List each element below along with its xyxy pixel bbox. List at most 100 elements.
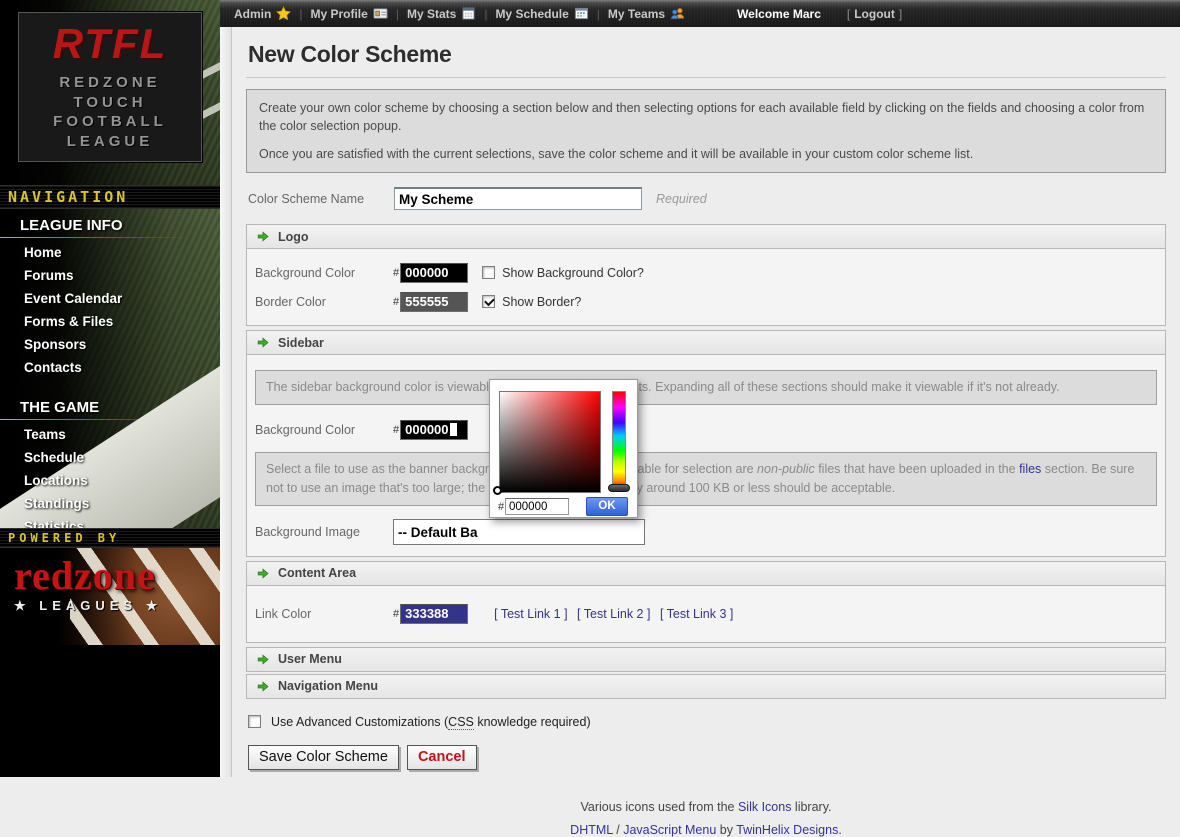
dhtml-link[interactable]: DHTML [570,823,613,837]
link-color-label: Link Color [255,607,393,621]
sidebar-field-top: RTFL REDZONE TOUCH FOOTBALL LEAGUE [0,0,220,185]
sidebar-item-sponsors[interactable]: Sponsors [0,333,220,356]
logo-section-header[interactable]: Logo [246,224,1166,249]
picker-hex-input[interactable] [505,498,569,515]
intro-paragraph-1: Create your own color scheme by choosing… [259,99,1153,135]
logo-section: Logo Background Color # 000000 Show Back… [246,224,1166,326]
sidebar-item-home[interactable]: Home [0,241,220,264]
logo-border-color-field[interactable]: 555555 [400,292,468,312]
test-link-2[interactable]: [ Test Link 2 ] [577,607,650,621]
advanced-label: Use Advanced Customizations (CSS knowled… [271,715,591,729]
logo-border-color-row: Border Color # 555555 Show Border? [255,287,1157,316]
scheme-name-row: Color Scheme Name Required [248,187,1166,210]
hex-value: 555555 [405,293,448,311]
sidebar-item-forums[interactable]: Forums [0,264,220,287]
test-link-3[interactable]: [ Test Link 3 ] [660,607,733,621]
sidebar-bg-color-label: Background Color [255,423,393,437]
scheme-name-label: Color Scheme Name [248,192,394,206]
javascript-menu-link[interactable]: JavaScript Menu [623,823,716,837]
sidebar-item-standings[interactable]: Standings [0,492,220,515]
vcard-icon [373,6,388,21]
saturation-value-square[interactable] [499,391,601,493]
my-schedule-menu-item[interactable]: My Schedule [495,6,588,21]
league-logo-line: FOOTBALL [53,112,167,132]
sidebar-item-teams[interactable]: Teams [0,423,220,446]
logo-bg-color-field[interactable]: 000000 [400,263,468,283]
scheme-name-input[interactable] [394,187,642,210]
twinhelix-link[interactable]: TwinHelix Designs [736,823,838,837]
bracket: ] [899,7,902,21]
background-image-label: Background Image [255,525,393,539]
hex-prefix: # [498,501,504,513]
banner-image-note: Select a file to use as the banner backg… [255,452,1157,506]
show-border-label: Show Border? [502,295,581,309]
save-color-scheme-button[interactable]: Save Color Scheme [248,745,399,770]
green-arrow-icon [256,567,269,580]
green-arrow-icon [256,680,269,693]
logout-link[interactable]: Logout [854,7,895,21]
calculator-icon [461,6,476,21]
hex-value: 000000 [405,421,448,439]
group-icon [670,6,685,21]
my-stats-menu-item[interactable]: My Stats [407,6,476,21]
navigation-menu-section-title: Navigation Menu [278,679,378,693]
user-menu-section-header[interactable]: User Menu [246,647,1166,672]
hue-slider[interactable] [612,391,626,488]
my-schedule-label: My Schedule [495,7,568,21]
green-arrow-icon [256,230,269,243]
top-user-bar: Admin | My Profile | My Stats | My Sched… [220,0,1180,27]
my-profile-menu-item[interactable]: My Profile [310,6,387,21]
logo-border-color-label: Border Color [255,295,393,309]
my-teams-menu-item[interactable]: My Teams [608,6,685,21]
link-color-field[interactable]: 333388 [400,604,468,624]
sidebar-bg-color-field[interactable]: 000000 [400,420,468,440]
sidebar-item-event-calendar[interactable]: Event Calendar [0,287,220,310]
nav-header-the-game: THE GAME [0,391,220,419]
picker-ok-button[interactable]: OK [586,497,628,516]
test-links: [ Test Link 1 ] [ Test Link 2 ] [ Test L… [494,607,739,621]
silk-icons-link[interactable]: Silk Icons [738,800,792,814]
sidebar-item-schedule[interactable]: Schedule [0,446,220,469]
page-title: New Color Scheme [246,37,1166,77]
separator: | [484,7,487,21]
hex-value: 333388 [405,605,448,623]
nav-header-rule [0,237,220,238]
show-border-checkbox[interactable] [482,295,495,308]
intro-help-box: Create your own color scheme by choosing… [246,89,1166,173]
title-divider [246,77,1166,78]
background-image-select[interactable]: -- Default Ba [393,519,645,545]
sidebar-item-statistics[interactable]: Statistics [0,515,220,528]
content-area-section-header[interactable]: Content Area [246,561,1166,586]
hue-slider-handle[interactable] [608,484,630,492]
sidebar-section: Sidebar The sidebar background color is … [246,330,1166,556]
test-link-1[interactable]: [ Test Link 1 ] [494,607,567,621]
navigation-menu-section-header[interactable]: Navigation Menu [246,674,1166,699]
show-bg-color-checkbox[interactable] [482,266,495,279]
css-abbr: CSS [448,715,474,730]
hex-prefix: # [393,267,399,279]
sidebar-section-body: The sidebar background color is viewable… [246,355,1166,556]
separator: | [396,7,399,21]
green-arrow-icon [256,336,269,349]
sidebar-bg-note: The sidebar background color is viewable… [255,370,1157,405]
advanced-customizations-row: Use Advanced Customizations (CSS knowled… [248,715,1166,729]
intro-paragraph-2: Once you are satisfied with the current … [259,145,1153,163]
sidebar-item-forms-files[interactable]: Forms & Files [0,310,220,333]
league-logo-line: REDZONE [59,73,160,93]
color-picker-popup: # OK [489,379,638,518]
redzone-brand-area[interactable]: redzone ★ LEAGUES ★ [0,548,220,645]
sidebar-item-contacts[interactable]: Contacts [0,356,220,379]
content-area-section-title: Content Area [278,566,356,580]
admin-menu-item[interactable]: Admin [234,6,291,21]
league-logo[interactable]: RTFL REDZONE TOUCH FOOTBALL LEAGUE [18,12,202,162]
sidebar-item-locations[interactable]: Locations [0,469,220,492]
my-profile-label: My Profile [310,7,367,21]
hex-value: 000000 [405,264,448,282]
files-link[interactable]: files [1019,462,1041,476]
sidebar-section-header[interactable]: Sidebar [246,330,1166,355]
logout-wrap: [Logout] [847,7,902,21]
cancel-button[interactable]: Cancel [407,745,477,770]
color-selector-circle[interactable] [493,486,502,495]
logo-section-title: Logo [278,230,309,244]
advanced-customizations-checkbox[interactable] [248,715,261,728]
